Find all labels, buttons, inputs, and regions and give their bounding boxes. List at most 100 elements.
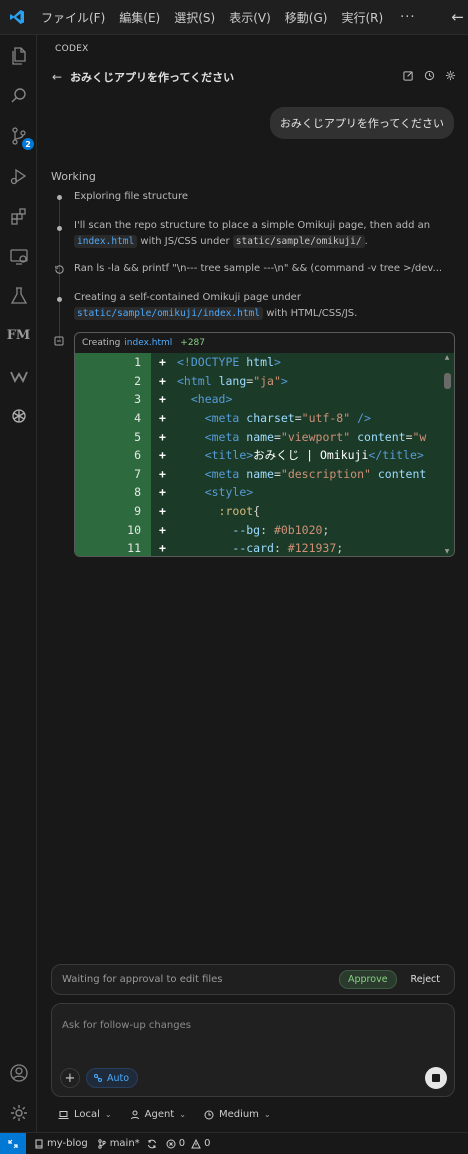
mode-label: Agent: [144, 1109, 175, 1120]
reject-button[interactable]: Reject: [403, 971, 448, 988]
source-control-icon[interactable]: 2: [6, 123, 34, 150]
settings-gear-icon[interactable]: [6, 1100, 31, 1125]
sync-icon[interactable]: [147, 1139, 157, 1149]
menu-view[interactable]: 表示(V): [222, 9, 278, 26]
error-icon: [166, 1139, 176, 1148]
agent-icon: [130, 1110, 139, 1119]
auto-mode-label: Auto: [107, 1072, 130, 1084]
account-icon[interactable]: [6, 1060, 31, 1085]
new-chat-edit-icon[interactable]: [402, 69, 415, 82]
code-card-header: Creating index.html +287: [75, 333, 454, 353]
chevron-down-icon: ⌄: [263, 1110, 271, 1119]
code-line: 7 + <meta name="description" content: [134, 466, 427, 481]
repo-indicator[interactable]: my-blog: [34, 1138, 88, 1149]
terminal-run-icon: [53, 263, 65, 275]
file-chip-index-html[interactable]: index.html: [74, 235, 138, 248]
code-scrollbar[interactable]: ▲ ▼: [443, 353, 451, 556]
menu-file[interactable]: ファイル(F): [34, 9, 112, 26]
windsurf-icon[interactable]: [6, 363, 31, 388]
chevron-down-icon: ⌄: [104, 1110, 112, 1119]
problems-indicator[interactable]: 0 0: [166, 1138, 210, 1149]
step-dot: [57, 226, 62, 231]
composer-box[interactable]: Ask for follow-up changes + Auto: [51, 1003, 455, 1097]
auto-mode-icon: [94, 1074, 102, 1082]
remote-explorer-icon[interactable]: [6, 243, 31, 268]
branch-indicator[interactable]: main*: [97, 1138, 157, 1149]
code-line: 6 + <title>おみくじ | Omikuji</title>: [134, 448, 424, 463]
branch-name: main*: [109, 1138, 140, 1149]
step-text: I'll scan the repo structure to place a …: [74, 220, 431, 231]
environment-dropdown[interactable]: Local ⌄: [58, 1109, 112, 1120]
repo-name: my-blog: [47, 1138, 88, 1149]
code-line: 4 + <meta charset="utf-8" />: [134, 411, 371, 426]
reasoning-dropdown[interactable]: Medium ⌄: [204, 1109, 271, 1120]
openai-icon[interactable]: [6, 403, 31, 428]
scroll-up-icon[interactable]: ▲: [443, 355, 451, 361]
code-line: 1 + <!DOCTYPE html>: [134, 355, 281, 370]
step-creating-page: Creating a self-contained Omikuji page u…: [74, 290, 449, 322]
chevron-down-icon: ⌄: [179, 1110, 186, 1119]
arrow-left-icon[interactable]: ←: [451, 8, 464, 26]
code-file-name[interactable]: index.html: [124, 338, 172, 348]
auto-mode-button[interactable]: Auto: [86, 1068, 139, 1088]
warning-icon: [191, 1138, 201, 1148]
menu-go[interactable]: 移動(G): [278, 9, 335, 26]
source-control-badge: 2: [22, 138, 34, 150]
code-line: 11 + --card: #121937;: [127, 541, 344, 556]
code-diff-card: Creating index.html +287 1 + <!DOCTYPE htm…: [74, 332, 455, 557]
composer-options: Local ⌄ Agent ⌄ Medium ⌄: [58, 1109, 271, 1120]
step-text: Exploring file structure: [74, 191, 189, 202]
file-chip-omikuji-index[interactable]: static/sample/omikuji/index.html: [74, 307, 264, 320]
code-action: Creating: [82, 338, 121, 348]
code-line: 2 + <html lang="ja">: [134, 373, 288, 388]
path-chip-omikuji: static/sample/omikuji/: [232, 235, 365, 248]
approve-button[interactable]: Approve: [339, 970, 397, 989]
fm-icon[interactable]: FM: [6, 323, 31, 348]
add-context-button[interactable]: +: [60, 1068, 80, 1088]
code-line: 5 + <meta name="viewport" content="w: [134, 429, 427, 444]
code-line: 3 + <head>: [134, 392, 233, 407]
testing-icon[interactable]: [6, 283, 31, 308]
step-scan-repo: I'll scan the repo structure to place a …: [74, 218, 449, 250]
activity-bar: 2 FM: [0, 35, 37, 1132]
stop-icon: [432, 1074, 440, 1082]
scroll-down-icon[interactable]: ▼: [443, 549, 451, 555]
history-icon[interactable]: [423, 69, 436, 82]
explorer-icon[interactable]: [6, 43, 31, 68]
search-icon[interactable]: [6, 83, 31, 108]
conversation-title: おみくじアプリを作ってください: [70, 71, 235, 84]
menu-more-button[interactable]: ···: [390, 10, 425, 25]
git-branch-icon: [97, 1138, 106, 1149]
back-arrow-icon[interactable]: ←: [52, 70, 62, 84]
codex-panel: CODEX ← おみくじアプリを作ってください おみくじアプリを作ってください …: [38, 35, 468, 1132]
remote-indicator-icon[interactable]: [0, 1132, 26, 1154]
laptop-icon: [58, 1110, 69, 1119]
scroll-thumb[interactable]: [444, 373, 451, 389]
step-ran-command[interactable]: Ran ls -la && printf "\n--- tree sample …: [74, 261, 449, 277]
menu-bar: ファイル(F) 編集(E) 選択(S) 表示(V) 移動(G) 実行(R) ··…: [34, 9, 426, 26]
step-text: .: [364, 236, 368, 247]
code-line: 8 + <style>: [134, 485, 254, 500]
panel-label: CODEX: [55, 44, 89, 54]
step-text: Ran ls -la && printf "\n--- tree sample …: [74, 263, 443, 274]
approval-bar: Waiting for approval to edit files Appro…: [51, 964, 455, 995]
stop-button[interactable]: [425, 1067, 447, 1089]
menu-edit[interactable]: 編集(E): [112, 9, 167, 26]
step-text: with HTML/CSS/JS.: [266, 308, 358, 319]
settings-icon[interactable]: [444, 69, 457, 82]
code-line: 9 + :root{: [134, 504, 261, 519]
working-status: Working: [51, 170, 96, 183]
reasoning-icon: [204, 1110, 214, 1119]
step-text: with JS/CSS under: [140, 236, 230, 247]
mode-dropdown[interactable]: Agent ⌄: [130, 1109, 186, 1120]
code-diff-body[interactable]: 1 + <!DOCTYPE html> 2 + <html lang="ja"> 3 + …: [75, 353, 454, 556]
extensions-icon[interactable]: [6, 203, 31, 228]
menu-run[interactable]: 実行(R): [334, 9, 390, 26]
step-dot: [57, 195, 62, 200]
followup-input[interactable]: Ask for follow-up changes: [62, 1020, 191, 1031]
error-count: 0: [178, 1138, 186, 1149]
conversation-actions: [402, 69, 457, 82]
run-debug-icon[interactable]: [6, 163, 31, 188]
menu-selection[interactable]: 選択(S): [167, 9, 222, 26]
conversation-header: ← おみくじアプリを作ってください: [52, 68, 457, 86]
